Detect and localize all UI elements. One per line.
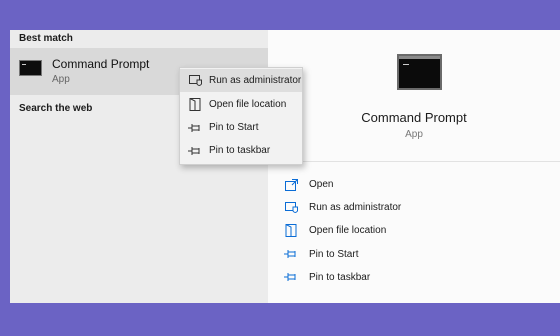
folder-icon — [188, 98, 202, 112]
action-label: Pin to Start — [309, 248, 359, 260]
action-pin-to-start[interactable]: Pin to Start — [284, 243, 401, 266]
menu-item-label: Run as administrator — [209, 75, 302, 86]
preview-subtitle: App — [405, 129, 423, 140]
menu-item-label: Pin to Start — [209, 122, 259, 133]
folder-icon — [284, 224, 298, 238]
action-label: Run as administrator — [309, 202, 402, 214]
menu-item-label: Open file location — [209, 99, 287, 110]
search-web-label[interactable]: Search the web — [19, 103, 92, 114]
pin-icon — [188, 121, 202, 135]
pin-icon — [284, 247, 298, 261]
preview-header: Command Prompt App — [268, 30, 560, 162]
menu-item-open-file-location[interactable]: Open file location — [180, 93, 302, 116]
action-label: Pin to taskbar — [309, 271, 371, 283]
action-open-file-location[interactable]: Open file location — [284, 219, 401, 242]
result-subtitle: App — [52, 74, 70, 85]
context-menu: Run as administrator Open file location … — [179, 67, 303, 165]
best-match-label: Best match — [19, 33, 73, 44]
action-label: Open file location — [309, 225, 387, 237]
shield-icon — [284, 201, 298, 215]
menu-item-pin-to-start[interactable]: Pin to Start — [180, 116, 302, 139]
menu-item-run-as-administrator[interactable]: Run as administrator — [180, 69, 302, 92]
cmd-icon — [19, 60, 42, 76]
action-pin-to-taskbar[interactable]: Pin to taskbar — [284, 266, 401, 289]
action-label: Open — [309, 179, 334, 191]
shield-icon — [188, 74, 202, 88]
result-title: Command Prompt — [52, 57, 150, 71]
pin-icon — [284, 270, 298, 284]
cmd-icon — [397, 54, 442, 90]
open-icon — [284, 178, 298, 192]
pin-icon — [188, 144, 202, 158]
preview-pane: Command Prompt App Open Run as administr… — [268, 30, 560, 303]
preview-title: Command Prompt — [361, 110, 467, 125]
action-open[interactable]: Open — [284, 173, 401, 196]
action-run-as-administrator[interactable]: Run as administrator — [284, 196, 401, 219]
menu-item-label: Pin to taskbar — [209, 145, 271, 156]
menu-item-pin-to-taskbar[interactable]: Pin to taskbar — [180, 139, 302, 162]
preview-action-list: Open Run as administrator Open file loca… — [284, 173, 401, 289]
